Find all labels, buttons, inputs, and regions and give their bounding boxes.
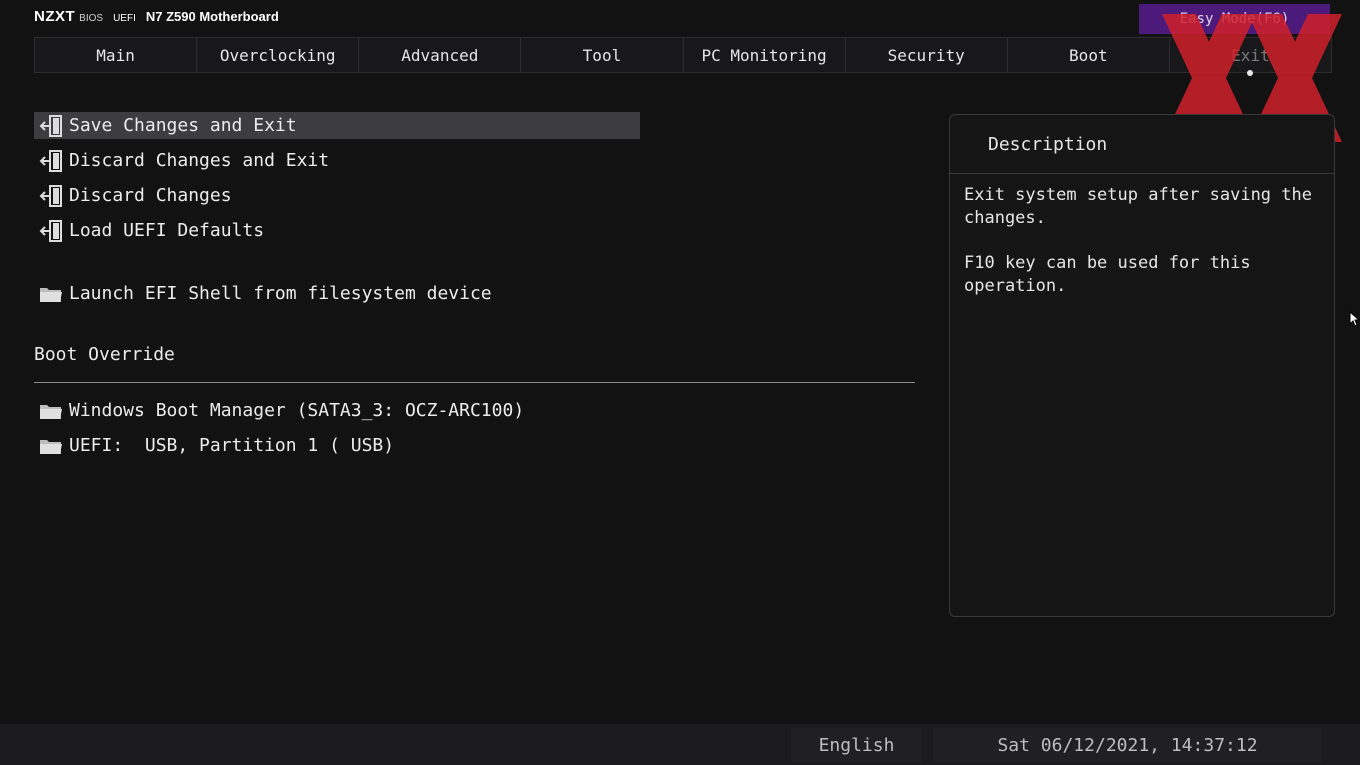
tab-label: Main (96, 45, 135, 65)
tab-advanced[interactable]: Advanced (359, 38, 522, 72)
menu-item-launch-efi-shell[interactable]: Launch EFI Shell from filesystem device (34, 280, 640, 307)
easy-mode-button[interactable]: Easy Mode(F6) (1139, 4, 1330, 34)
menu-item-save-changes-and-exit[interactable]: Save Changes and Exit (34, 112, 640, 139)
tab-main[interactable]: Main (35, 38, 198, 72)
menu-item-discard-changes-and-exit[interactable]: Discard Changes and Exit (34, 147, 640, 174)
boot-item-windows-boot-manager[interactable]: Windows Boot Manager (SATA3_3: OCZ-ARC10… (34, 397, 640, 424)
description-body: Exit system setup after saving the chang… (950, 174, 1334, 330)
boot-override-title: Boot Override (34, 344, 175, 365)
tab-label: Overclocking (219, 45, 336, 65)
exit-door-icon (36, 112, 66, 139)
folder-icon (36, 432, 66, 459)
exit-door-icon (36, 182, 66, 209)
mouse-cursor-icon (1349, 311, 1359, 327)
description-text: Exit system setup after saving the chang… (964, 185, 1312, 228)
menu-item-label: Save Changes and Exit (69, 115, 297, 136)
tab-boot[interactable]: Boot (1007, 38, 1170, 72)
description-panel: Description Exit system setup after savi… (949, 114, 1335, 617)
folder-icon (36, 397, 66, 424)
menu-item-load-uefi-defaults[interactable]: Load UEFI Defaults (34, 217, 640, 244)
language-selector[interactable]: English (791, 728, 922, 762)
section-divider (34, 382, 915, 383)
menu-item-label: Load UEFI Defaults (69, 220, 265, 241)
menu-item-label: Launch EFI Shell from filesystem device (69, 283, 492, 304)
motherboard-model: N7 Z590 Motherboard (145, 9, 279, 24)
status-bar: English Sat 06/12/2021, 14:37:12 (0, 724, 1360, 765)
tab-label: Security (887, 45, 965, 65)
date-time: Sat 06/12/2021, 14:37:12 (933, 728, 1322, 762)
brand: NZXT BIOS UEFI N7 Z590 Motherboard (34, 8, 279, 28)
tab-pc-monitoring[interactable]: PC Monitoring (683, 38, 846, 72)
tab-tool[interactable]: Tool (521, 38, 684, 72)
tab-security[interactable]: Security (845, 38, 1008, 72)
menu-item-discard-changes[interactable]: Discard Changes (34, 182, 640, 209)
active-tab-indicator (1247, 70, 1254, 76)
bios-screen: NZXT BIOS UEFI N7 Z590 Motherboard Easy … (0, 0, 1360, 765)
main-tabs: Main Overclocking Advanced Tool PC Monit… (34, 37, 1332, 76)
exit-door-icon (36, 217, 66, 244)
boot-item-label: UEFI: USB, Partition 1 ( USB) (69, 435, 395, 456)
tab-overclocking[interactable]: Overclocking (197, 38, 360, 72)
description-title: Description (950, 115, 1334, 174)
tab-label: Advanced (401, 45, 479, 65)
tab-exit[interactable]: Exit (1169, 38, 1331, 76)
tab-label: Exit (1231, 45, 1270, 65)
brand-logo: NZXT (34, 8, 76, 25)
boot-item-uefi-usb[interactable]: UEFI: USB, Partition 1 ( USB) (34, 432, 640, 459)
brand-bios: BIOS (79, 13, 104, 24)
tab-label: Boot (1069, 45, 1108, 65)
tab-label: Tool (582, 45, 622, 65)
boot-item-label: Windows Boot Manager (SATA3_3: OCZ-ARC10… (69, 400, 525, 421)
menu-item-label: Discard Changes and Exit (69, 150, 330, 171)
description-text: F10 key can be used for this operation. (964, 253, 1251, 296)
menu-item-label: Discard Changes (69, 185, 232, 206)
brand-uefi: UEFI (113, 13, 136, 24)
tab-label: PC Monitoring (701, 45, 827, 65)
folder-icon (36, 280, 66, 307)
exit-door-icon (36, 147, 66, 174)
